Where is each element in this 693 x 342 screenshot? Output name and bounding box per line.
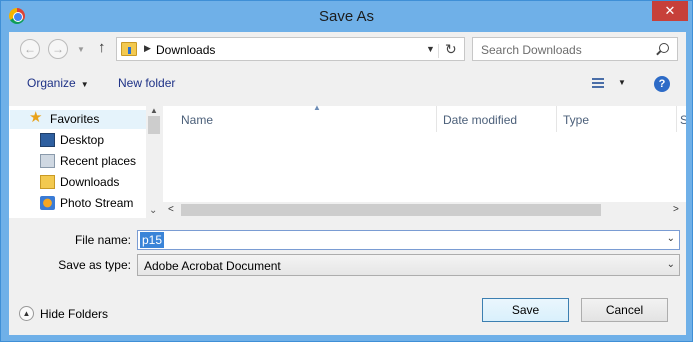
forward-button[interactable]: → [48,39,68,59]
save-as-type-value: Adobe Acrobat Document [144,259,281,273]
recent-locations-dropdown[interactable]: ▼ [77,45,85,54]
nav-item-label: Downloads [60,175,120,189]
file-name-label: File name: [74,233,131,247]
chevron-down-icon[interactable]: ⌄ [667,233,675,244]
close-button[interactable]: ✕ [652,1,688,21]
up-button[interactable]: ↑ [98,39,106,56]
file-name-value[interactable]: p15 [140,232,165,248]
scroll-left-icon[interactable]: < [168,204,174,215]
nav-pane-scrollbar[interactable]: ▲ ⌄ [146,106,162,218]
file-name-field[interactable]: p15 ⌄ [137,230,680,250]
chevron-down-icon: ▼ [80,80,89,89]
downloads-folder-icon [121,42,137,56]
nav-item-label: Photo Stream [60,196,134,210]
breadcrumb-separator-icon[interactable]: ▶ [144,43,151,54]
toolbar: Organize ▼ New folder ▼ ? [9,68,686,100]
photo-stream-icon [40,196,55,210]
navigation-pane: ★ Favorites Desktop Recent places Downlo… [9,106,162,218]
desktop-icon [40,133,55,147]
favorites-label: Favorites [50,112,100,126]
address-dropdown-button[interactable]: ▼ [423,44,439,58]
title-bar[interactable]: Save As ✕ [1,1,692,32]
recent-places-icon [40,154,55,168]
nav-item-favorites[interactable]: ★ Favorites [9,110,146,130]
view-dropdown-icon[interactable]: ▼ [618,78,626,87]
save-as-type-select[interactable]: Adobe Acrobat Document ⌄ [137,254,680,276]
column-header-type[interactable]: Type [557,106,677,132]
view-options-icon[interactable] [592,78,604,88]
chevron-down-icon[interactable]: ⌄ [667,259,675,270]
nav-item-photo-stream[interactable]: Photo Stream [9,194,146,214]
cancel-button[interactable]: Cancel [581,298,668,322]
back-button[interactable]: ← [20,39,40,59]
nav-item-label: Desktop [60,133,105,147]
column-label: S [680,113,686,127]
nav-item-recent-places[interactable]: Recent places [9,152,146,172]
downloads-icon [40,175,55,189]
refresh-icon[interactable]: ↻ [445,41,457,58]
collapse-icon: ▲ [19,306,34,321]
star-icon: ★ [29,109,43,126]
column-label: Type [563,113,590,127]
hide-folders-label: Hide Folders [40,307,109,321]
nav-item-downloads[interactable]: Downloads [9,173,146,193]
save-as-dialog: Save As ✕ ← → ▼ ↑ ▶ Downloads ▼ ↻ Search… [0,0,693,342]
search-placeholder: Search Downloads [481,43,582,57]
scroll-thumb[interactable] [148,116,160,134]
scroll-thumb[interactable] [181,204,601,216]
organize-label: Organize [27,76,76,90]
scroll-right-icon[interactable]: > [673,204,679,215]
save-as-type-label: Save as type: [58,258,131,272]
scroll-down-icon[interactable]: ⌄ [149,205,157,216]
column-header-date-modified[interactable]: Date modified [437,106,557,132]
horizontal-scrollbar[interactable]: < > [163,202,686,218]
nav-item-label: Recent places [60,154,137,168]
organize-button[interactable]: Organize ▼ [27,76,89,90]
breadcrumb-downloads[interactable]: Downloads [156,43,215,57]
help-icon[interactable]: ? [654,76,670,92]
scroll-up-icon[interactable]: ▲ [150,106,158,115]
column-header-size[interactable]: S [677,106,686,132]
window-title: Save As [318,8,375,25]
nav-item-desktop[interactable]: Desktop [9,131,146,151]
new-folder-button[interactable]: New folder [118,76,175,90]
search-icon[interactable] [659,43,669,53]
dialog-body: ← → ▼ ↑ ▶ Downloads ▼ ↻ Search Downloads… [9,32,686,335]
address-bar[interactable]: ▶ Downloads ▼ ↻ [116,37,465,61]
file-list[interactable]: Name ▲ Date modified Type S < > [163,103,686,218]
column-header-name[interactable]: Name ▲ [175,103,437,132]
save-button[interactable]: Save [482,298,569,322]
search-box[interactable]: Search Downloads [472,37,678,61]
column-label: Date modified [443,113,518,127]
sort-ascending-icon: ▲ [313,103,321,112]
column-label: Name [181,113,214,127]
